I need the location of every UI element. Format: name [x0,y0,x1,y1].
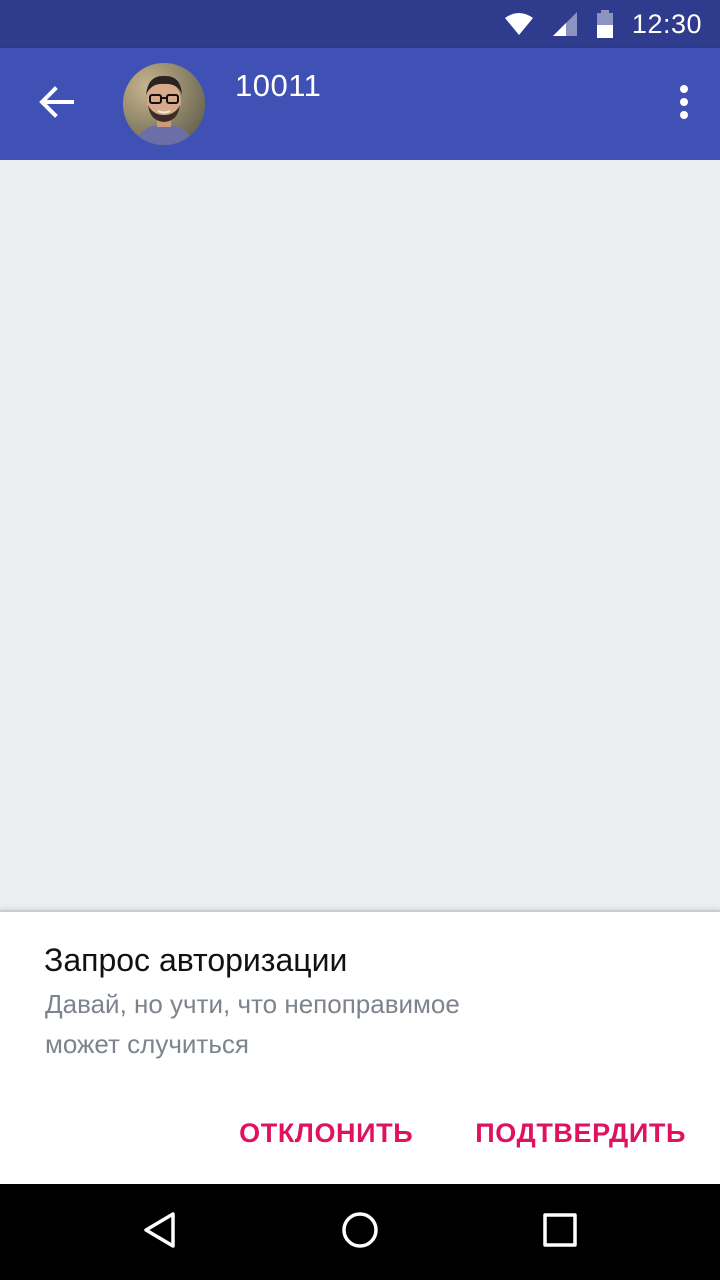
system-nav-bar [0,1184,720,1280]
auth-request-message: Давай, но учти, что непоправимое может с… [45,989,460,1059]
nav-recents-button[interactable] [536,1208,584,1256]
overflow-menu-button[interactable] [668,76,700,132]
wifi-icon [504,12,534,36]
arrow-back-icon [38,85,74,123]
chat-title: 10011 [235,68,322,103]
home-circle-icon [340,1210,380,1255]
back-triangle-icon [140,1210,180,1255]
decline-button[interactable]: ОТКЛОНИТЬ [239,1118,413,1149]
more-vert-icon [679,84,689,125]
chat-message-area[interactable] [0,160,720,910]
battery-icon [596,10,614,38]
recents-square-icon [540,1210,580,1255]
avatar[interactable] [123,63,205,145]
auth-request-title: Запрос авторизации [44,942,348,978]
status-icons: 12:30 [504,0,702,48]
user-photo-icon [123,63,205,145]
status-time: 12:30 [631,8,702,39]
nav-back-button[interactable] [136,1208,184,1256]
auth-request-panel: Запрос авторизации Давай, но учти, что н… [0,910,720,1186]
auth-request-actions: ОТКЛОНИТЬ ПОДТВЕРДИТЬ [239,1118,686,1149]
confirm-button[interactable]: ПОДТВЕРДИТЬ [475,1118,686,1149]
signal-icon [552,11,578,37]
nav-home-button[interactable] [336,1208,384,1256]
status-bar: 12:30 [0,0,720,48]
chat-toolbar: 10011 [0,48,720,160]
back-button[interactable] [28,76,84,132]
